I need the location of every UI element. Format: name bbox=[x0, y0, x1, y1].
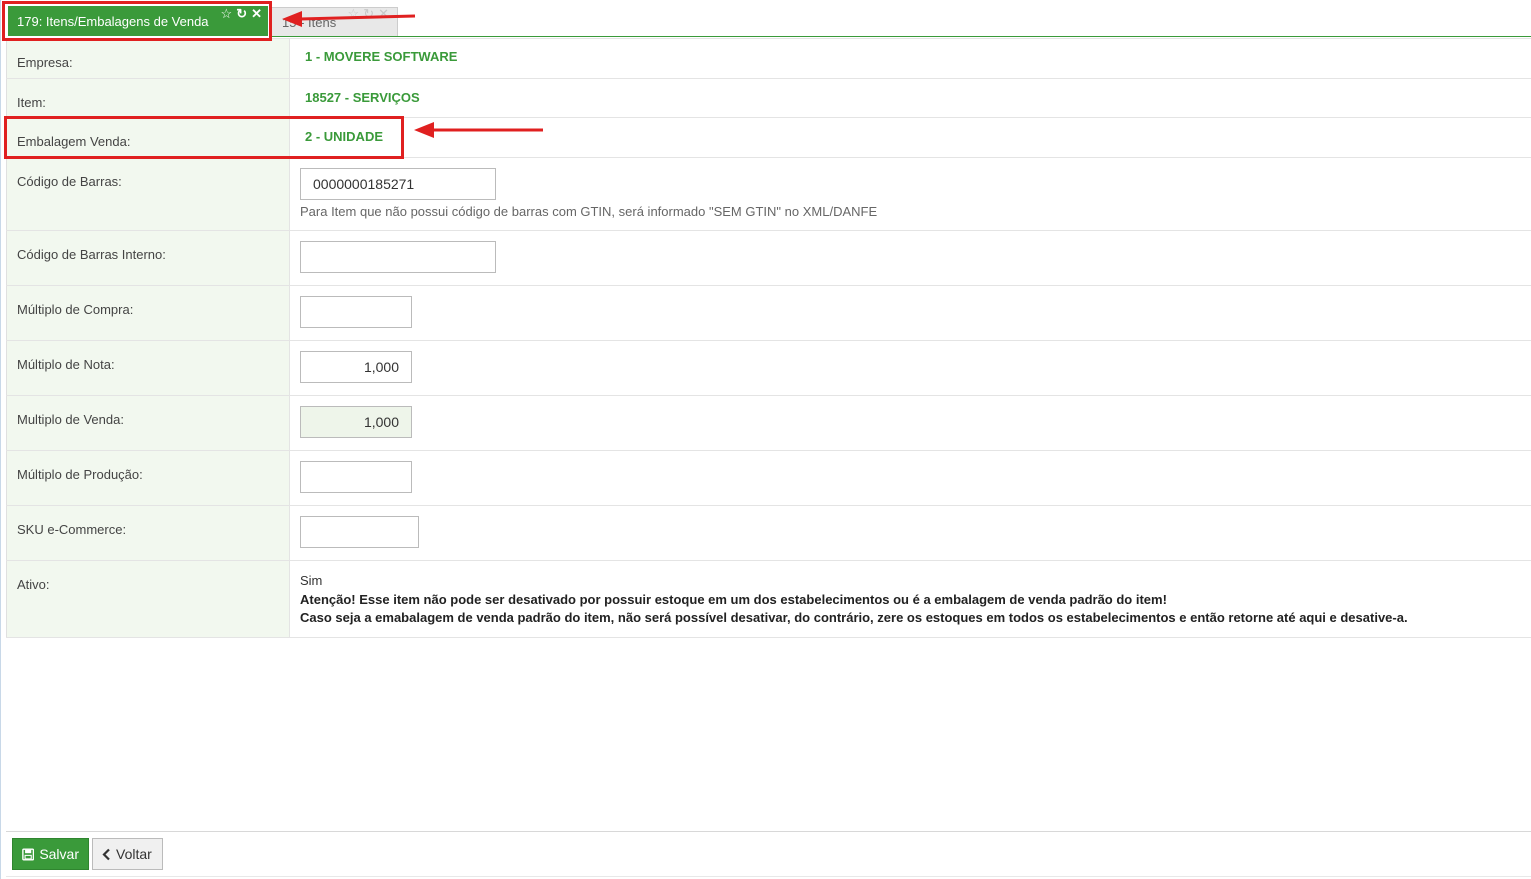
codigo-barras-hint: Para Item que não possui código de barra… bbox=[300, 204, 878, 219]
codigo-barras-input[interactable] bbox=[300, 168, 496, 200]
embalagem-label: Embalagem Venda: bbox=[6, 118, 290, 157]
refresh-icon[interactable]: ↻ bbox=[363, 7, 374, 21]
item-label: Item: bbox=[6, 79, 290, 117]
row-codigo-barras-interno: Código de Barras Interno: bbox=[6, 231, 1531, 286]
multiplo-producao-input[interactable] bbox=[300, 461, 412, 493]
multiplo-producao-label: Múltiplo de Produção: bbox=[6, 451, 290, 505]
tab-itens-label: 15 - Itens bbox=[282, 15, 337, 30]
codigo-barras-interno-input[interactable] bbox=[300, 241, 496, 273]
tab-bar-underline bbox=[270, 36, 1531, 37]
left-border bbox=[0, 0, 1, 879]
save-button[interactable]: Salvar bbox=[12, 838, 89, 870]
empresa-value: 1 - MOVERE SOFTWARE bbox=[305, 49, 458, 64]
footer-bottom-line bbox=[6, 876, 1531, 877]
multiplo-nota-label: Múltiplo de Nota: bbox=[6, 341, 290, 395]
item-value: 18527 - SERVIÇOS bbox=[305, 90, 420, 105]
embalagem-value: 2 - UNIDADE bbox=[305, 129, 384, 144]
row-multiplo-compra: Múltiplo de Compra: bbox=[6, 286, 1531, 341]
tab-bar: 15 - Itens ☆ ↻ ✕ 179: Itens/Embalagens d… bbox=[0, 0, 1531, 38]
multiplo-nota-input[interactable] bbox=[300, 351, 412, 383]
save-button-label: Salvar bbox=[39, 846, 79, 862]
ativo-warning: Atenção! Esse item não pode ser desativa… bbox=[300, 591, 1408, 627]
chevron-left-icon bbox=[102, 848, 110, 860]
tab-itens[interactable]: 15 - Itens ☆ ↻ ✕ bbox=[270, 7, 398, 36]
embalagem-form: Empresa: 1 - MOVERE SOFTWARE Item: 18527… bbox=[6, 38, 1531, 638]
back-button[interactable]: Voltar bbox=[92, 838, 163, 870]
save-icon bbox=[22, 848, 35, 860]
footer-divider bbox=[6, 831, 1531, 832]
row-ativo: Ativo: Sim Atenção! Esse item não pode s… bbox=[6, 561, 1531, 638]
multiplo-compra-label: Múltiplo de Compra: bbox=[6, 286, 290, 340]
row-empresa: Empresa: 1 - MOVERE SOFTWARE bbox=[6, 39, 1531, 79]
close-icon[interactable]: ✕ bbox=[251, 7, 262, 21]
refresh-icon[interactable]: ↻ bbox=[236, 7, 247, 21]
back-button-label: Voltar bbox=[116, 846, 152, 862]
row-codigo-barras: Código de Barras: Para Item que não poss… bbox=[6, 158, 1531, 231]
multiplo-venda-input bbox=[300, 406, 412, 438]
star-icon[interactable]: ☆ bbox=[348, 7, 360, 21]
codigo-barras-interno-label: Código de Barras Interno: bbox=[6, 231, 290, 285]
row-multiplo-nota: Múltiplo de Nota: bbox=[6, 341, 1531, 396]
sku-label: SKU e-Commerce: bbox=[6, 506, 290, 560]
empresa-label: Empresa: bbox=[6, 39, 290, 78]
ativo-warning-line2: Caso seja a emabalagem de venda padrão d… bbox=[300, 610, 1408, 625]
ativo-warning-line1: Atenção! Esse item não pode ser desativa… bbox=[300, 592, 1167, 607]
sku-input[interactable] bbox=[300, 516, 419, 548]
multiplo-compra-input[interactable] bbox=[300, 296, 412, 328]
row-sku: SKU e-Commerce: bbox=[6, 506, 1531, 561]
ativo-value: Sim bbox=[300, 573, 323, 588]
row-embalagem: Embalagem Venda: 2 - UNIDADE bbox=[6, 118, 1531, 158]
row-multiplo-venda: Multiplo de Venda: bbox=[6, 396, 1531, 451]
star-icon[interactable]: ☆ bbox=[221, 7, 233, 21]
codigo-barras-label: Código de Barras: bbox=[6, 158, 290, 230]
row-multiplo-producao: Múltiplo de Produção: bbox=[6, 451, 1531, 506]
tab-itens-embalagens[interactable]: 179: Itens/Embalagens de Venda ☆ ↻ ✕ bbox=[8, 6, 268, 36]
tab-itens-embalagens-label: 179: Itens/Embalagens de Venda bbox=[17, 14, 209, 29]
row-item: Item: 18527 - SERVIÇOS bbox=[6, 79, 1531, 118]
ativo-label: Ativo: bbox=[6, 561, 290, 637]
multiplo-venda-label: Multiplo de Venda: bbox=[6, 396, 290, 450]
close-icon[interactable]: ✕ bbox=[378, 7, 389, 21]
